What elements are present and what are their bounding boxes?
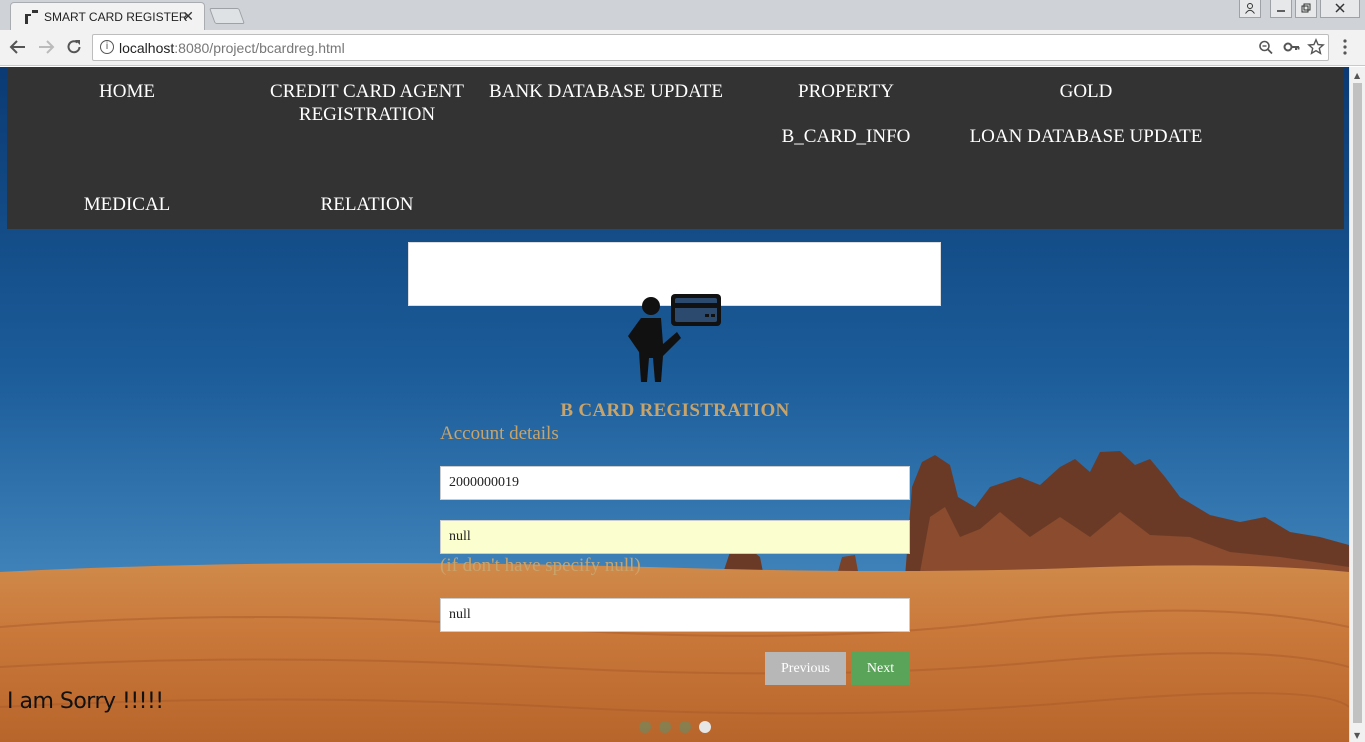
sorry-message: I am Sorry !!!!! [7, 689, 164, 714]
new-tab-button[interactable] [209, 8, 245, 24]
browser-toolbar: i localhost:8080/project/bcardreg.html [0, 30, 1365, 66]
vertical-scrollbar[interactable]: ▲ ▼ [1349, 67, 1365, 742]
nav-item-bank-database-update[interactable]: BANK DATABASE UPDATE [486, 80, 726, 103]
key-icon[interactable] [1283, 38, 1301, 60]
nav-item-credit-card-agent-registration[interactable]: CREDIT CARD AGENT REGISTRATION [247, 80, 487, 126]
nav-item-loan-database-update[interactable]: LOAN DATABASE UPDATE [966, 125, 1206, 148]
progress-dot-1 [639, 721, 651, 733]
info-icon[interactable]: i [100, 40, 114, 54]
tab-bar: SMART CARD REGISTER ✕ [0, 0, 1365, 30]
previous-button[interactable]: Previous [765, 652, 846, 685]
card-holder-illustration [628, 294, 721, 382]
nav-item-relation[interactable]: RELATION [247, 193, 487, 216]
zoom-icon[interactable] [1258, 38, 1274, 60]
menu-icon[interactable] [1342, 38, 1348, 60]
star-icon[interactable] [1307, 38, 1325, 60]
tab-title: SMART CARD REGISTER [44, 10, 188, 24]
form-title: B CARD REGISTRATION [560, 400, 790, 421]
nav-item-medical[interactable]: MEDICAL [7, 193, 247, 216]
nav-item-b-card-info[interactable]: B_CARD_INFO [726, 125, 966, 148]
nav-item-gold[interactable]: GOLD [966, 80, 1206, 103]
close-window-icon[interactable] [1320, 0, 1360, 18]
step-title: Account details [440, 423, 559, 444]
favicon-icon [23, 9, 39, 25]
progress-dot-4-active [699, 721, 711, 733]
main-nav: HOME CREDIT CARD AGENT REGISTRATION BANK… [7, 67, 1344, 229]
scroll-up-arrow-icon[interactable]: ▲ [1354, 71, 1360, 80]
profile-icon[interactable] [1239, 0, 1261, 18]
restore-icon[interactable] [1295, 0, 1317, 18]
address-bar[interactable]: i localhost:8080/project/bcardreg.html [92, 34, 1329, 61]
close-tab-icon[interactable]: ✕ [182, 8, 194, 25]
minimize-icon[interactable] [1270, 0, 1292, 18]
nav-item-home[interactable]: HOME [7, 80, 247, 103]
browser-tab[interactable]: SMART CARD REGISTER ✕ [10, 2, 205, 30]
scroll-down-arrow-icon[interactable]: ▼ [1354, 731, 1360, 740]
field-hint: (if don't have specify null) [440, 555, 641, 576]
secondary-account-field[interactable] [440, 520, 910, 554]
scroll-thumb[interactable] [1353, 83, 1362, 723]
account-number-field[interactable] [440, 466, 910, 500]
progress-dot-3 [679, 721, 691, 733]
reload-icon[interactable] [65, 38, 83, 60]
tertiary-account-field[interactable] [440, 598, 910, 632]
url-text[interactable]: localhost:8080/project/bcardreg.html [119, 40, 345, 56]
next-button[interactable]: Next [851, 652, 910, 685]
forward-arrow-icon[interactable] [37, 38, 55, 60]
progress-dot-2 [659, 721, 671, 733]
nav-item-property[interactable]: PROPERTY [726, 80, 966, 103]
back-arrow-icon[interactable] [9, 38, 27, 60]
page-viewport: HOME CREDIT CARD AGENT REGISTRATION BANK… [0, 67, 1349, 742]
